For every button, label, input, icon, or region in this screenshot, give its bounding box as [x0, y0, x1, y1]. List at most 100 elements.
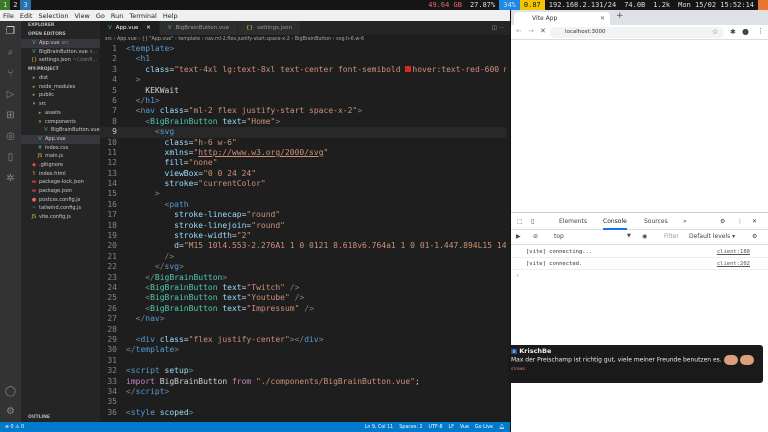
- stop-icon[interactable]: ✕: [540, 27, 546, 35]
- cursor-position[interactable]: Ln 9, Col 11: [365, 425, 394, 430]
- indentation[interactable]: Spaces: 2: [399, 425, 422, 430]
- file-tree-item[interactable]: ▾ components: [21, 118, 100, 127]
- live-share-icon[interactable]: ◎: [0, 126, 21, 147]
- file-icon: JS: [31, 214, 37, 221]
- file-tree-item[interactable]: JS main.js: [21, 152, 100, 161]
- file-tree-item[interactable]: V BigBrainButton.vue: [21, 126, 100, 135]
- file-tree-item[interactable]: ▬ package-lock.json: [21, 178, 100, 187]
- menu-edit[interactable]: Edit: [20, 12, 33, 20]
- problems-indicator[interactable]: ⊗ 0 ⚠ 0: [5, 425, 24, 430]
- menu-selection[interactable]: Selection: [38, 12, 68, 20]
- code-token: d: [126, 241, 179, 251]
- workspace-3[interactable]: 3: [20, 0, 31, 10]
- menu-terminal[interactable]: Terminal: [129, 12, 156, 20]
- eol[interactable]: LF: [449, 425, 454, 430]
- open-editor-item[interactable]: {} settings.json ~/.confi...: [21, 56, 100, 65]
- file-tree-item[interactable]: ▾ src: [21, 100, 100, 109]
- badge-icon: ▣: [511, 347, 518, 355]
- account-icon[interactable]: ◯: [0, 381, 21, 402]
- tab-label: App.vue: [115, 25, 139, 31]
- file-tree-item[interactable]: ▬ package.json: [21, 187, 100, 196]
- menu-run[interactable]: Run: [111, 12, 123, 20]
- go-live-button[interactable]: Go Live: [475, 425, 493, 430]
- file-tree-item[interactable]: JS vite.config.js: [21, 213, 100, 222]
- eye-icon[interactable]: ◉: [642, 233, 647, 240]
- menu-icon[interactable]: ⋮: [757, 27, 764, 35]
- kebab-menu-icon[interactable]: ⋮: [737, 218, 743, 225]
- search-icon[interactable]: ⌕: [0, 42, 21, 63]
- sidebar-toggle-icon[interactable]: ▶: [516, 233, 521, 240]
- bell-icon[interactable]: 🔔︎: [499, 425, 505, 430]
- context-select[interactable]: top: [554, 233, 564, 240]
- file-tree-item[interactable]: V App.vue: [21, 134, 100, 144]
- open-editor-item[interactable]: V App.vue src: [21, 39, 100, 48]
- context-dropdown-icon[interactable]: ▼: [627, 233, 631, 239]
- open-editors-header[interactable]: OPEN EDITORS: [21, 30, 100, 39]
- tab-sources[interactable]: Sources: [644, 218, 668, 225]
- workspace-1[interactable]: 1: [0, 0, 11, 10]
- device-toolbar-icon[interactable]: ▯: [531, 218, 534, 225]
- log-levels-select[interactable]: Default levels ▾: [689, 233, 735, 240]
- devtools-settings-icon[interactable]: ⚙: [720, 218, 725, 225]
- forward-icon[interactable]: →: [528, 27, 534, 35]
- file-tree-item[interactable]: 5 index.html: [21, 170, 100, 179]
- bug-icon[interactable]: ✲: [0, 168, 21, 189]
- back-icon[interactable]: ←: [516, 27, 522, 35]
- explorer-sidebar: EXPLORER OPEN EDITORS V App.vue src V BigBra…: [21, 21, 100, 422]
- code-line: 35: [100, 397, 506, 407]
- tray-icon[interactable]: [758, 0, 768, 10]
- file-tree-item[interactable]: ~ tailwind.config.js: [21, 204, 100, 213]
- code-token: >: [159, 314, 165, 324]
- run-debug-icon[interactable]: ▷: [0, 84, 21, 105]
- menu-help[interactable]: Help: [163, 12, 178, 20]
- workspace-2[interactable]: 2: [10, 0, 20, 10]
- project-header[interactable]: MY-PROJECT: [21, 65, 100, 74]
- file-tree-item[interactable]: # index.css: [21, 144, 100, 153]
- tab-bigbrainbutton-vue[interactable]: V BigBrainButton.vue: [159, 21, 239, 35]
- explorer-icon[interactable]: ❐: [0, 21, 21, 42]
- new-tab-icon[interactable]: +: [616, 11, 624, 21]
- tab-app-vue[interactable]: V App.vue ✕: [100, 21, 160, 35]
- more-tabs[interactable]: »: [683, 218, 687, 225]
- file-tree-item[interactable]: ▸ assets: [21, 109, 100, 118]
- log-source-link[interactable]: client:188: [717, 247, 750, 258]
- inspect-icon[interactable]: ⬚: [517, 218, 523, 225]
- menu-go[interactable]: Go: [96, 12, 105, 20]
- extensions-icon[interactable]: ⊞: [0, 105, 21, 126]
- settings-gear-icon[interactable]: ⚙: [0, 401, 21, 422]
- code-token: svg: [164, 262, 179, 272]
- file-tree-item[interactable]: ◆ .gitignore: [21, 161, 100, 170]
- file-tree-item[interactable]: ▸ dist: [21, 74, 100, 83]
- tab-settings-json[interactable]: {} settings.json: [238, 21, 301, 35]
- language-mode[interactable]: Vue: [460, 425, 469, 430]
- console-settings-icon[interactable]: ⚙: [752, 233, 757, 240]
- extensions-icon[interactable]: ✱: [730, 28, 736, 36]
- encoding[interactable]: UTF-8: [429, 425, 443, 430]
- tab-elements[interactable]: Elements: [559, 218, 587, 225]
- file-tree-item[interactable]: ▸ node_modules: [21, 83, 100, 92]
- menu-file[interactable]: File: [3, 12, 14, 20]
- code-editor[interactable]: 1 <template> 2 <h1 3 class="text-4xl lg:tex…: [100, 44, 506, 422]
- url-input[interactable]: localhost:3000: [550, 27, 724, 38]
- file-name: components: [45, 118, 76, 125]
- open-editor-item[interactable]: V BigBrainButton.vue s...: [21, 48, 100, 57]
- close-tab-icon[interactable]: ✕: [144, 25, 151, 31]
- profile-icon[interactable]: ●: [742, 27, 749, 36]
- outline-header[interactable]: OUTLINE: [21, 413, 50, 422]
- code-token: div: [304, 334, 319, 344]
- tab-console[interactable]: Console: [603, 218, 627, 230]
- file-tree-item[interactable]: ● postcss.config.js: [21, 196, 100, 205]
- file-tree-item[interactable]: ▸ public: [21, 91, 100, 100]
- close-devtools-icon[interactable]: ✕: [752, 218, 757, 225]
- menu-view[interactable]: View: [74, 12, 89, 20]
- clear-console-icon[interactable]: ⊘: [533, 233, 538, 240]
- close-tab-icon[interactable]: ✕: [600, 12, 605, 25]
- console-prompt[interactable]: ›: [511, 271, 768, 282]
- bookmark-star-icon[interactable]: ☆: [712, 28, 718, 36]
- filter-input[interactable]: Filter: [664, 233, 679, 240]
- split-editor-icon[interactable]: ◫ ⋯: [492, 21, 510, 35]
- browser-tab[interactable]: Vite App ✕: [514, 12, 610, 25]
- bookmarks-icon[interactable]: ▯: [0, 147, 21, 168]
- log-source-link[interactable]: client:202: [717, 259, 750, 270]
- source-control-icon[interactable]: ⑂: [0, 63, 21, 84]
